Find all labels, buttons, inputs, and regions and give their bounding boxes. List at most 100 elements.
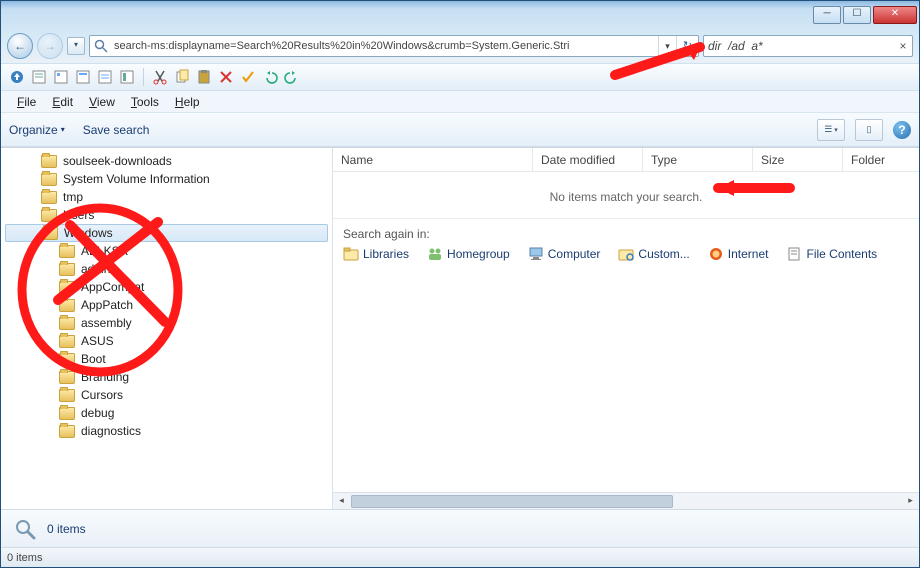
column-date[interactable]: Date modified [533,148,643,171]
command-bar: Organize ▾ Save search ☰▾ ▯ ? [1,113,919,147]
menu-file[interactable]: FFileile [11,93,42,111]
tree-item-system-volume-information[interactable]: System Volume Information [1,170,332,188]
link-computer[interactable]: Computer [528,247,601,261]
up-icon[interactable] [9,69,25,85]
link-internet[interactable]: Internet [708,247,769,261]
menu-edit[interactable]: Edit [46,93,79,111]
check-icon[interactable] [240,69,256,85]
menu-bar: FFileile Edit View Tools Help [1,91,919,113]
view-mode-button[interactable]: ☰▾ [817,119,845,141]
folder-icon [59,317,75,330]
content-area: soulseek-downloadsSystem Volume Informat… [1,147,919,509]
menu-view[interactable]: View [83,93,121,111]
folder-icon [41,173,57,186]
folder-icon [59,353,75,366]
column-type[interactable]: Type [643,148,753,171]
preview-pane-button[interactable]: ▯ [855,119,883,141]
column-headers: Name Date modified Type Size Folder [333,148,919,172]
tree-item-asus[interactable]: ASUS [1,332,332,350]
tree-item-addins[interactable]: addins [1,260,332,278]
tree-item-debug[interactable]: debug [1,404,332,422]
tree-item-cursors[interactable]: Cursors [1,386,332,404]
titlebar: ─ ☐ ✕ [1,1,919,29]
address-bar[interactable]: search-ms:displayname=Search%20Results%2… [89,35,699,57]
folder-icon [59,245,75,258]
delete-icon[interactable] [218,69,234,85]
column-name[interactable]: Name [333,148,533,171]
minimize-button[interactable]: ─ [813,6,841,24]
tree-item-label: ASUS [81,334,114,348]
view1-icon[interactable] [53,69,69,85]
folder-icon [59,425,75,438]
computer-icon [528,247,544,261]
close-button[interactable]: ✕ [873,6,917,24]
tree-item-assembly[interactable]: assembly [1,314,332,332]
link-libraries[interactable]: Libraries [343,247,409,261]
address-text[interactable]: search-ms:displayname=Search%20Results%2… [112,40,658,52]
search-box[interactable]: × [703,35,913,57]
folder-icon [59,389,75,402]
results-pane: Name Date modified Type Size Folder No i… [333,148,919,509]
window-controls: ─ ☐ ✕ [813,6,917,24]
search-again-label: Search again in: [343,227,909,241]
tree-item-boot[interactable]: Boot [1,350,332,368]
paste-icon[interactable] [196,69,212,85]
tree-item-label: tmp [63,190,83,204]
custom-icon [618,247,634,261]
view3-icon[interactable] [97,69,113,85]
forward-button[interactable]: → [37,33,63,59]
tree-item-soulseek-downloads[interactable]: soulseek-downloads [1,152,332,170]
folder-icon [59,407,75,420]
status-bar: 0 items [1,547,919,567]
refresh-button[interactable]: ↻ [676,36,698,56]
scroll-thumb[interactable] [351,495,673,508]
properties-icon[interactable] [31,69,47,85]
folder-icon [59,371,75,384]
organize-button[interactable]: Organize ▾ [9,123,65,137]
menu-help[interactable]: Help [169,93,206,111]
save-search-button[interactable]: Save search [83,123,150,137]
link-filecontents[interactable]: File Contents [786,247,877,261]
help-button[interactable]: ? [893,121,911,139]
internet-icon [708,247,724,261]
column-size[interactable]: Size [753,148,843,171]
tree-item-users[interactable]: Users [1,206,332,224]
undo-icon[interactable] [262,69,278,85]
view4-icon[interactable] [119,69,135,85]
tree-item-label: Branding [81,370,129,384]
tree-item-appcompat[interactable]: AppCompat [1,278,332,296]
tree-item-ablksr[interactable]: ABLKSR [1,242,332,260]
maximize-button[interactable]: ☐ [843,6,871,24]
tree-item-diagnostics[interactable]: diagnostics [1,422,332,440]
nav-bar: ← → ▾ search-ms:displayname=Search%20Res… [1,29,919,63]
menu-tools[interactable]: Tools [125,93,165,111]
back-button[interactable]: ← [7,33,33,59]
copy-icon[interactable] [174,69,190,85]
folder-icon [59,281,75,294]
search-input[interactable] [704,39,894,53]
tree-item-apppatch[interactable]: AppPatch [1,296,332,314]
scroll-left-arrow[interactable]: ◂ [333,493,350,510]
link-homegroup[interactable]: Homegroup [427,247,510,261]
details-pane: 0 items [1,509,919,547]
clear-search-button[interactable]: × [894,39,912,53]
redo-icon[interactable] [284,69,300,85]
tree-item-tmp[interactable]: tmp [1,188,332,206]
link-custom[interactable]: Custom... [618,247,689,261]
nav-history-dropdown[interactable]: ▾ [67,37,85,55]
tree-item-label: assembly [81,316,132,330]
column-folder[interactable]: Folder [843,148,919,171]
scroll-right-arrow[interactable]: ▸ [902,493,919,510]
address-dropdown[interactable]: ▾ [658,36,676,56]
explorer-window: ─ ☐ ✕ ← → ▾ search-ms:displayname=Search… [0,0,920,568]
tree-item-windows[interactable]: Windows [5,224,328,242]
tree-item-branding[interactable]: Branding [1,368,332,386]
navigation-pane: soulseek-downloadsSystem Volume Informat… [1,148,333,509]
cut-icon[interactable] [152,69,168,85]
tree-item-label: AppPatch [81,298,133,312]
folder-tree[interactable]: soulseek-downloadsSystem Volume Informat… [1,148,332,509]
tree-item-label: Cursors [81,388,123,402]
view2-icon[interactable] [75,69,91,85]
search-again-panel: Search again in: Libraries Homegroup Com… [333,218,919,269]
horizontal-scrollbar[interactable]: ◂ ▸ [333,492,919,509]
